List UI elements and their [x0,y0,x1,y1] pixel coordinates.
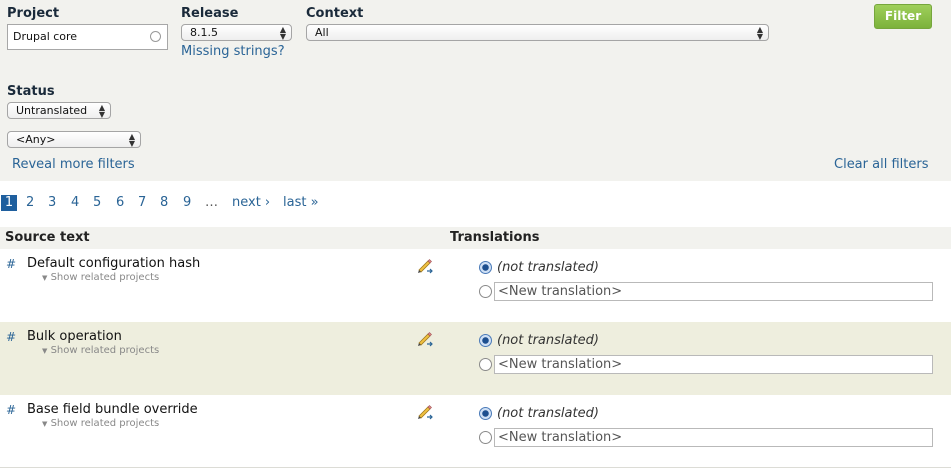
pager-ellipsis: … [205,195,218,210]
permalink-hash-link[interactable]: # [6,257,16,271]
show-related-projects-toggle[interactable]: ▼ Show related projects [42,345,159,356]
pager-current-page: 1 [1,195,17,211]
pager-page-2[interactable]: 2 [26,195,34,210]
pager-page-7[interactable]: 7 [138,195,146,210]
not-translated-radio[interactable] [479,407,492,420]
pager-page-9[interactable]: 9 [183,195,191,210]
project-input-value: Drupal core [13,30,78,43]
not-translated-label: (not translated) [497,260,599,275]
pager-last-link[interactable]: last » [283,195,319,210]
reveal-more-filters-link[interactable]: Reveal more filters [12,157,135,172]
missing-strings-link[interactable]: Missing strings? [181,44,285,59]
pager-page-3[interactable]: 3 [48,195,56,210]
permalink-hash-link[interactable]: # [6,330,16,344]
show-related-projects-label: Show related projects [50,272,160,283]
row-divider [0,467,951,468]
not-translated-radio[interactable] [479,334,492,347]
not-translated-radio[interactable] [479,261,492,274]
release-label: Release [181,6,239,21]
table-row: # Base field bundle override ▼ Show rela… [0,395,951,468]
not-translated-label: (not translated) [497,406,599,421]
source-text: Base field bundle override [27,402,198,417]
select-arrows-icon: ▲ ▼ [98,103,105,119]
clear-all-filters-link[interactable]: Clear all filters [834,157,928,172]
filter-panel: Project Drupal core Release 8.1.5 ▲ ▼ Mis… [0,0,951,181]
pager-page-6[interactable]: 6 [116,195,124,210]
pager-page-4[interactable]: 4 [71,195,79,210]
table-header: Source text Translations [0,227,951,249]
new-translation-radio[interactable] [479,358,492,371]
context-select[interactable]: All ▲ ▼ [306,24,769,41]
pencil-edit-icon[interactable] [416,329,434,347]
context-label: Context [306,6,364,21]
pager-page-5[interactable]: 5 [93,195,101,210]
pager-next-link[interactable]: next › [232,195,270,210]
release-select[interactable]: 8.1.5 ▲ ▼ [181,24,292,41]
status-select-value: Untranslated [16,104,88,117]
pager-page-8[interactable]: 8 [160,195,168,210]
source-text: Default configuration hash [27,256,201,271]
table-row: # Bulk operation ▼ Show related projects… [0,322,951,395]
show-related-projects-toggle[interactable]: ▼ Show related projects [42,418,159,429]
pencil-edit-icon[interactable] [416,256,434,274]
show-related-projects-toggle[interactable]: ▼ Show related projects [42,272,159,283]
pencil-edit-icon[interactable] [416,402,434,420]
show-related-projects-label: Show related projects [50,418,160,429]
table-row: # Default configuration hash ▼ Show rela… [0,249,951,322]
triangle-down-icon: ▼ [42,274,48,282]
new-translation-field[interactable]: <New translation> [494,355,933,374]
show-related-projects-label: Show related projects [50,345,160,356]
source-text: Bulk operation [27,329,122,344]
release-select-value: 8.1.5 [190,26,218,39]
context-select-value: All [315,26,329,39]
project-input[interactable]: Drupal core [7,24,168,50]
triangle-down-icon: ▼ [42,420,48,428]
permalink-hash-link[interactable]: # [6,403,16,417]
any-select[interactable]: <Any> ▲ ▼ [7,131,141,148]
project-label: Project [7,6,60,21]
select-arrows-icon: ▲ ▼ [756,25,763,41]
translations-header: Translations [450,230,540,245]
select-arrows-icon: ▲ ▼ [128,132,135,148]
status-label: Status [7,84,55,99]
new-translation-field[interactable]: <New translation> [494,428,933,447]
new-translation-radio[interactable] [479,285,492,298]
not-translated-label: (not translated) [497,333,599,348]
triangle-down-icon: ▼ [42,347,48,355]
autocomplete-throbber-icon [150,31,161,42]
status-select[interactable]: Untranslated ▲ ▼ [7,102,111,119]
source-text-header: Source text [5,230,90,245]
new-translation-radio[interactable] [479,431,492,444]
any-select-value: <Any> [16,133,56,146]
filter-button[interactable]: Filter [874,4,932,29]
new-translation-field[interactable]: <New translation> [494,282,933,301]
select-arrows-icon: ▲ ▼ [279,25,286,41]
